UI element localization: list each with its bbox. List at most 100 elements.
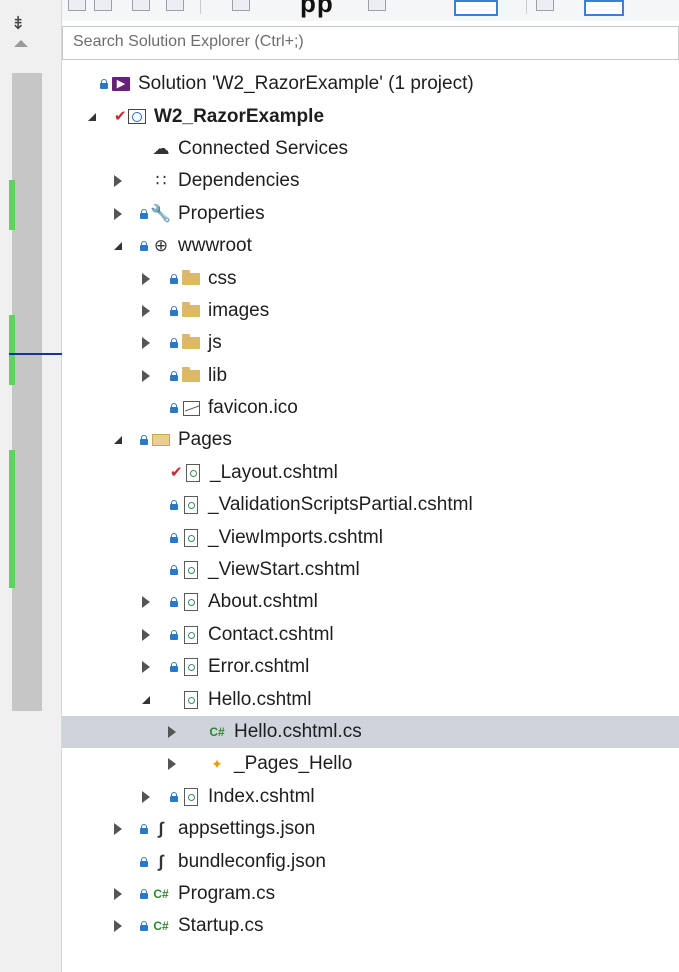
tree-item[interactable]: C# Startup.cs: [140, 916, 264, 936]
tree-item[interactable]: ∫ appsettings.json: [140, 819, 315, 839]
folder-icon: [180, 366, 202, 386]
tree-row[interactable]: C# Startup.cs: [62, 910, 679, 942]
collapse-arrow-icon[interactable]: [112, 174, 124, 188]
tree-item[interactable]: ∷ Dependencies: [140, 171, 300, 191]
expand-arrow-icon[interactable]: [112, 239, 124, 253]
tree-row[interactable]: ☁ Connected Services: [62, 133, 679, 165]
collapse-arrow-icon[interactable]: [140, 628, 152, 642]
editor-margin: ⇟: [0, 0, 62, 972]
toolbar-collapse-icon[interactable]: [368, 0, 386, 11]
collapse-arrow-icon[interactable]: [140, 595, 152, 609]
tree-item[interactable]: Hello.cshtml: [170, 689, 311, 710]
tree-item[interactable]: ∫ bundleconfig.json: [140, 851, 326, 872]
collapse-arrow-icon[interactable]: [112, 207, 124, 221]
collapse-arrow-icon[interactable]: [140, 272, 152, 286]
tree-row[interactable]: ∷ Dependencies: [62, 165, 679, 197]
tree-item[interactable]: _ValidationScriptsPartial.cshtml: [170, 495, 473, 515]
collapse-arrow-icon[interactable]: [166, 757, 178, 771]
solution-tree: ▶ Solution 'W2_RazorExample' (1 project) ✔…: [62, 68, 679, 943]
tree-row[interactable]: ✔ _Layout.cshtml: [62, 457, 679, 489]
tree-item[interactable]: js: [170, 333, 222, 353]
toolbar-switch-views-icon[interactable]: [166, 0, 184, 11]
tree-row[interactable]: C# Hello.cshtml.cs: [62, 715, 679, 749]
tree-item[interactable]: ✔ W2_RazorExample: [114, 105, 325, 127]
search-box[interactable]: [62, 26, 679, 60]
split-window-icon[interactable]: ⇟: [8, 14, 28, 32]
tree-item[interactable]: Contact.cshtml: [170, 624, 334, 645]
tree-row[interactable]: js: [62, 327, 679, 359]
collapse-arrow-icon[interactable]: [112, 887, 124, 901]
tree-item[interactable]: ✦ _Pages_Hello: [196, 754, 352, 774]
lock-icon: [140, 921, 148, 932]
tree-row[interactable]: lib: [62, 360, 679, 392]
tree-row[interactable]: _ViewImports.cshtml: [62, 521, 679, 553]
tree-row[interactable]: ✦ _Pages_Hello: [62, 748, 679, 780]
collapse-arrow-icon[interactable]: [166, 725, 178, 739]
tree-item[interactable]: _ViewImports.cshtml: [170, 526, 383, 548]
toolbar-preview-icon[interactable]: [584, 0, 624, 16]
tree-item[interactable]: images: [170, 300, 269, 321]
tree-item[interactable]: ✔ _Layout.cshtml: [170, 461, 338, 483]
tree-item[interactable]: ☁ Connected Services: [140, 138, 349, 159]
tree-row[interactable]: favicon.ico: [62, 392, 679, 424]
tree-item[interactable]: favicon.ico: [170, 398, 298, 418]
tree-item[interactable]: lib: [170, 365, 227, 386]
search-input[interactable]: [63, 27, 673, 57]
collapse-arrow-icon[interactable]: [112, 822, 124, 836]
tree-item[interactable]: C# Program.cs: [140, 882, 276, 904]
toolbar-show-all-files-icon[interactable]: [454, 0, 498, 16]
tree-item[interactable]: ⊕ wwwroot: [140, 236, 252, 256]
collapse-arrow-icon[interactable]: [140, 304, 152, 318]
tree-item-label: W2_RazorExample: [154, 105, 325, 127]
tree-row[interactable]: ▶ Solution 'W2_RazorExample' (1 project): [62, 68, 679, 100]
class-icon: ✦: [211, 755, 223, 772]
tree-item-label: _ViewImports.cshtml: [208, 526, 383, 548]
tree-item[interactable]: ▶ Solution 'W2_RazorExample' (1 project): [100, 74, 474, 94]
toolbar-forward-icon[interactable]: [94, 0, 112, 11]
tree-row[interactable]: About.cshtml: [62, 586, 679, 618]
tree-row[interactable]: css: [62, 262, 679, 294]
collapse-arrow-icon[interactable]: [112, 919, 124, 933]
tree-item[interactable]: Pages: [140, 430, 232, 450]
tree-row[interactable]: ⊕ wwwroot: [62, 230, 679, 262]
expand-arrow-icon[interactable]: [86, 110, 98, 124]
toolbar-home-icon[interactable]: [132, 0, 150, 11]
tree-row[interactable]: 🔧 Properties: [62, 198, 679, 230]
tree-row[interactable]: C# Program.cs: [62, 878, 679, 910]
tree-row[interactable]: images: [62, 295, 679, 327]
tree-row[interactable]: Pages: [62, 424, 679, 456]
tree-row[interactable]: ∫ bundleconfig.json: [62, 845, 679, 877]
expand-arrow-icon[interactable]: [140, 693, 152, 707]
collapse-arrow-icon[interactable]: [140, 336, 152, 350]
tree-item[interactable]: 🔧 Properties: [140, 203, 265, 224]
collapse-arrow-icon[interactable]: [140, 790, 152, 804]
connected-services-icon: ☁: [152, 138, 170, 158]
tree-item-label: _Layout.cshtml: [210, 461, 338, 483]
scrollbar-track[interactable]: [12, 73, 42, 711]
tree-row[interactable]: Contact.cshtml: [62, 619, 679, 651]
tree-item[interactable]: _ViewStart.cshtml: [170, 560, 360, 580]
scroll-up-arrow-icon[interactable]: [14, 40, 28, 47]
tree-item[interactable]: About.cshtml: [170, 592, 318, 612]
tree-row[interactable]: ∫ appsettings.json: [62, 813, 679, 845]
tree-item[interactable]: C# Hello.cshtml.cs: [196, 722, 361, 742]
tree-item[interactable]: Error.cshtml: [170, 657, 309, 677]
lock-icon: [170, 597, 178, 608]
tree-item-label: Program.cs: [178, 882, 276, 904]
tree-item[interactable]: css: [170, 268, 237, 289]
tree-row[interactable]: Hello.cshtml: [62, 683, 679, 715]
tree-row[interactable]: _ValidationScriptsPartial.cshtml: [62, 489, 679, 521]
toolbar-sync-icon[interactable]: [232, 0, 250, 11]
toolbar-back-icon[interactable]: [68, 0, 86, 11]
tree-row[interactable]: _ViewStart.cshtml: [62, 554, 679, 586]
tree-item[interactable]: Index.cshtml: [170, 786, 315, 807]
toolbar-properties-icon[interactable]: [536, 0, 554, 11]
lock-icon: [170, 662, 178, 673]
tree-row[interactable]: Error.cshtml: [62, 651, 679, 683]
tree-row[interactable]: Index.cshtml: [62, 781, 679, 813]
collapse-arrow-icon[interactable]: [140, 660, 152, 674]
collapse-arrow-icon[interactable]: [140, 369, 152, 383]
expand-arrow-icon[interactable]: [112, 433, 124, 447]
tree-row[interactable]: ✔ W2_RazorExample: [62, 100, 679, 132]
json-file-icon: ∫: [158, 819, 164, 839]
